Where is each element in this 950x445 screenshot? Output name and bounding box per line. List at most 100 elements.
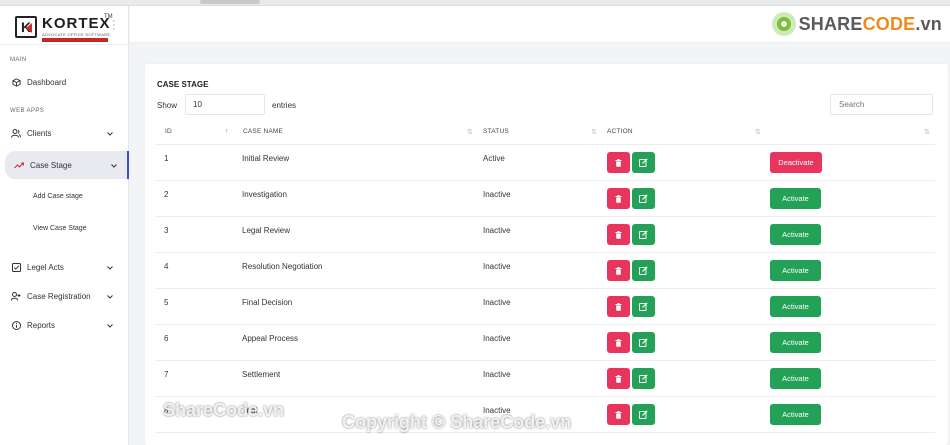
toggle-status-button[interactable]: Activate bbox=[770, 296, 821, 317]
cell-status: Inactive bbox=[483, 370, 511, 379]
column-header-case-name[interactable]: CASE NAME bbox=[243, 128, 283, 135]
checkbox-icon bbox=[11, 262, 21, 272]
edit-icon bbox=[639, 338, 648, 347]
chevron-down-icon bbox=[107, 321, 113, 330]
address-bar[interactable] bbox=[200, 0, 260, 4]
sidebar-subitem-view-case-stage[interactable]: View Case Stage bbox=[33, 225, 87, 232]
sidebar-item-label: Dashboard bbox=[27, 77, 67, 87]
sidebar-item-case-registration[interactable]: Case Registration bbox=[0, 286, 129, 306]
delete-button[interactable] bbox=[607, 152, 630, 173]
edit-button[interactable] bbox=[632, 152, 655, 173]
more-options-icon[interactable]: · · · bbox=[112, 16, 116, 35]
sidebar-item-label: Legel Acts bbox=[27, 262, 64, 272]
column-header-action[interactable]: ACTION bbox=[607, 128, 633, 135]
edit-icon bbox=[639, 302, 648, 311]
edit-icon bbox=[639, 230, 648, 239]
badge-text-domain: .vn bbox=[915, 13, 942, 34]
delete-button[interactable] bbox=[607, 260, 630, 281]
top-header: SHARECODE.vn bbox=[130, 6, 950, 43]
brand-tagline: ADVOCATE OFFICE SOFTWARE bbox=[42, 32, 111, 37]
edit-button[interactable] bbox=[632, 260, 655, 281]
table-row: 7 Settlement Inactive Activate bbox=[155, 361, 935, 397]
sidebar-subitem-add-case-stage[interactable]: Add Case stage bbox=[33, 193, 83, 200]
sort-icon[interactable]: ⇅ bbox=[755, 128, 761, 136]
user-plus-icon bbox=[11, 291, 21, 301]
entries-select[interactable]: 10 bbox=[185, 94, 265, 115]
column-header-id[interactable]: ID bbox=[165, 128, 172, 135]
sort-icon[interactable]: ⇅ bbox=[467, 128, 473, 136]
edit-button[interactable] bbox=[632, 188, 655, 209]
nav-section-main: MAIN bbox=[10, 57, 27, 63]
toggle-status-button[interactable]: Activate bbox=[770, 224, 821, 245]
cell-status: Inactive bbox=[483, 406, 511, 415]
sharecode-logo-icon bbox=[771, 12, 796, 36]
trash-icon bbox=[615, 374, 622, 383]
cell-status: Inactive bbox=[483, 334, 511, 343]
cell-id: 6 bbox=[164, 334, 169, 343]
toggle-status-button[interactable]: Deactivate bbox=[770, 152, 822, 173]
cell-id: 3 bbox=[164, 226, 169, 235]
toggle-status-button[interactable]: Activate bbox=[770, 368, 821, 389]
sidebar-item-label: Reports bbox=[27, 320, 56, 330]
trash-icon bbox=[615, 338, 622, 347]
cell-case-name: Legal Review bbox=[242, 226, 291, 235]
edit-icon bbox=[639, 158, 648, 167]
logo[interactable]: K KORTEX TM ADVOCATE OFFICE SOFTWARE · · · bbox=[0, 6, 129, 45]
brand-byline-bar bbox=[42, 38, 108, 42]
delete-button[interactable] bbox=[607, 404, 630, 425]
toggle-status-button[interactable]: Activate bbox=[770, 188, 821, 209]
cell-id: 8 bbox=[164, 406, 169, 415]
edit-button[interactable] bbox=[632, 404, 655, 425]
column-header-status[interactable]: STATUS bbox=[483, 128, 509, 135]
edit-icon bbox=[639, 410, 648, 419]
case-stage-card: CASE STAGE Show 10 entries ID ↑ CASE NAM… bbox=[145, 64, 948, 445]
toggle-status-button[interactable]: Activate bbox=[770, 260, 821, 281]
sidebar-item-dashboard[interactable]: Dashboard bbox=[0, 72, 129, 92]
edit-button[interactable] bbox=[632, 296, 655, 317]
sort-asc-icon[interactable]: ↑ bbox=[225, 128, 229, 135]
edit-button[interactable] bbox=[632, 368, 655, 389]
sharecode-badge: SHARECODE.vn bbox=[771, 12, 942, 36]
cell-case-name: Settlement bbox=[242, 370, 281, 379]
sidebar-item-label: Case Registration bbox=[27, 291, 91, 301]
edit-icon bbox=[639, 374, 648, 383]
cell-status: Inactive bbox=[483, 262, 511, 271]
trash-icon bbox=[615, 158, 622, 167]
delete-button[interactable] bbox=[607, 188, 630, 209]
edit-button[interactable] bbox=[632, 224, 655, 245]
cell-case-name: Initial Review bbox=[242, 154, 290, 163]
sidebar-item-case-stage[interactable]: Case Stage bbox=[5, 151, 129, 179]
cell-status: Inactive bbox=[483, 190, 511, 199]
sidebar-item-reports[interactable]: Reports bbox=[0, 315, 129, 335]
delete-button[interactable] bbox=[607, 224, 630, 245]
trash-icon bbox=[615, 410, 622, 419]
trash-icon bbox=[615, 194, 622, 203]
brand-name: KORTEX bbox=[42, 15, 111, 32]
cell-id: 2 bbox=[164, 190, 169, 199]
table-row: 1 Initial Review Active Deactivate bbox=[155, 145, 935, 181]
edit-button[interactable] bbox=[632, 332, 655, 353]
trash-icon bbox=[615, 266, 622, 275]
logo-k-icon: K bbox=[15, 16, 37, 38]
trash-icon bbox=[615, 230, 622, 239]
toggle-status-button[interactable]: Activate bbox=[770, 332, 821, 353]
sidebar-item-clients[interactable]: Clients bbox=[0, 123, 129, 143]
chevron-down-icon bbox=[111, 161, 117, 170]
cube-icon bbox=[11, 77, 21, 87]
info-circle-icon bbox=[11, 320, 21, 330]
sort-icon[interactable]: ⇅ bbox=[924, 128, 930, 136]
cell-case-name: Appeal Process bbox=[242, 334, 299, 343]
sort-icon[interactable]: ⇅ bbox=[591, 128, 597, 136]
sidebar-item-legel-acts[interactable]: Legel Acts bbox=[0, 257, 129, 277]
sidebar: K KORTEX TM ADVOCATE OFFICE SOFTWARE · · ·… bbox=[0, 6, 129, 445]
cell-case-name: Investigation bbox=[242, 190, 287, 199]
search-input[interactable] bbox=[830, 94, 933, 115]
delete-button[interactable] bbox=[607, 332, 630, 353]
toggle-status-button[interactable]: Activate bbox=[770, 404, 821, 425]
delete-button[interactable] bbox=[607, 296, 630, 317]
trash-icon bbox=[615, 302, 622, 311]
cell-id: 1 bbox=[164, 154, 169, 163]
users-icon bbox=[11, 128, 21, 138]
chevron-down-icon bbox=[107, 129, 113, 138]
delete-button[interactable] bbox=[607, 368, 630, 389]
